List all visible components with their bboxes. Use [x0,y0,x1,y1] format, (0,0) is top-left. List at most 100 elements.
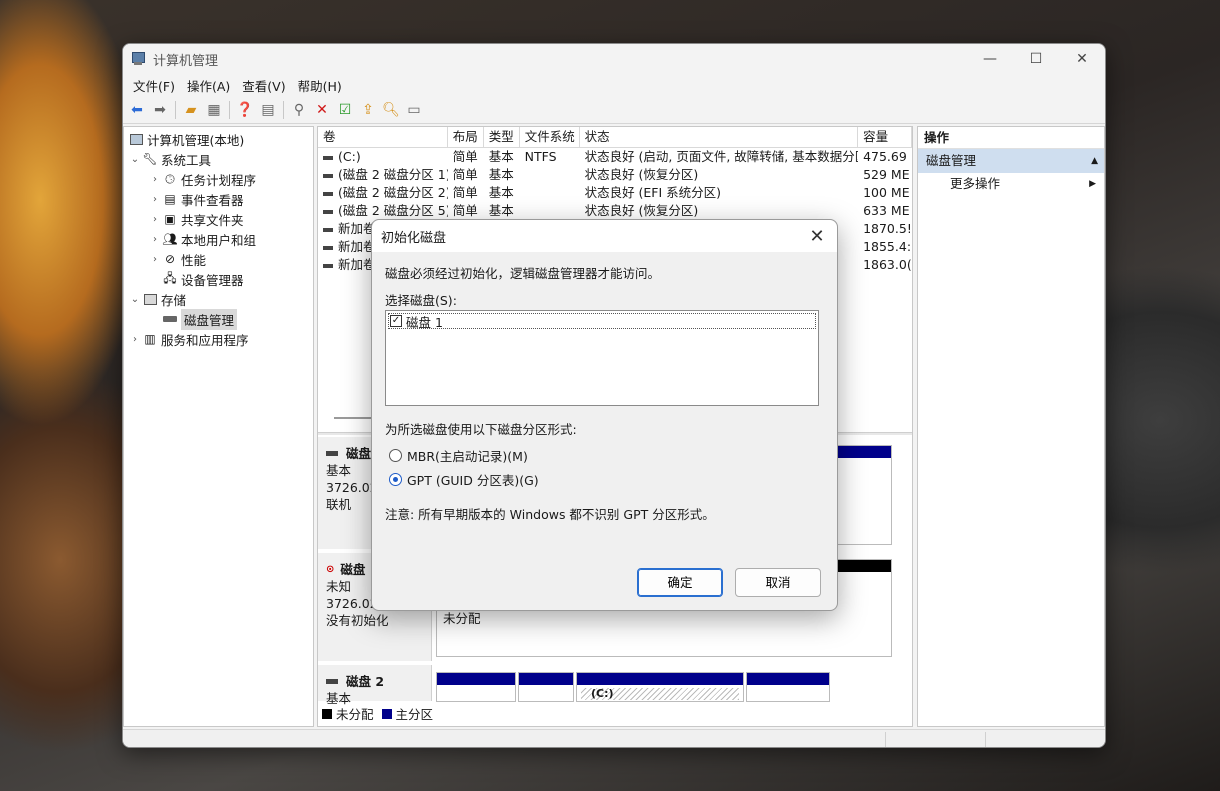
tree-item-label: 任务计划程序 [181,172,257,188]
disk-name: 磁盘 [346,446,372,461]
volume-cell: 状态良好 (启动, 页面文件, 故障转储, 基本数据分区) [584,149,859,164]
status-divider [985,732,986,747]
legend-swatch-unallocated [322,708,332,719]
dialog-close-button[interactable]: ✕ [797,226,837,247]
gpt-option[interactable]: GPT (GUID 分区表)(G) [389,470,539,489]
check-icon[interactable]: ☑ [335,100,355,120]
volume-cell: 1863.0( [863,257,912,272]
volume-icon [323,263,333,268]
volume-icon [323,173,333,178]
toolbar-separator [229,100,230,119]
tree-item-performance[interactable]: › ⊘ 性能 [124,249,313,269]
volume-row[interactable]: (磁盘 2 磁盘分区 1) 简单 基本 状态良好 (恢复分区) 529 ME [318,166,912,184]
volume-cell: 状态良好 (恢复分区) [584,167,699,182]
disk-select-list[interactable]: ✓ 磁盘 1 [385,310,819,406]
column-header-type[interactable]: 类型 [484,127,520,147]
help-icon[interactable]: ❓ [235,100,255,120]
partition-block-c[interactable]: (C:) [576,672,744,702]
cancel-button[interactable]: 取消 [735,568,821,597]
mbr-option[interactable]: MBR(主启动记录)(M) [389,446,528,465]
column-header-status[interactable]: 状态 [580,127,859,147]
tree-item-disk-management[interactable]: 磁盘管理 [124,308,313,330]
partition-block[interactable] [746,672,830,702]
column-header-capacity[interactable]: 容量 [858,127,913,147]
chevron-right-icon[interactable]: › [148,174,162,185]
legend-unallocated: 未分配 [336,707,374,722]
chevron-down-icon[interactable]: ⌄ [128,154,142,165]
back-icon[interactable]: ⬅ [127,100,147,120]
volume-row[interactable]: (C:) 简单 基本 NTFS 状态良好 (启动, 页面文件, 故障转储, 基本数据分区… [318,148,912,166]
search-icon[interactable]: 🔍︎ [381,100,401,120]
users-icon: 👥︎ [162,232,178,246]
volume-icon [323,209,333,214]
menu-view[interactable]: 查看(V) [236,76,291,95]
legend: 未分配 主分区 [322,704,433,723]
tree-item-label: 性能 [181,252,207,268]
tree-item-event-viewer[interactable]: › ▤ 事件查看器 [124,189,313,209]
device-manager-icon: 🖧︎ [163,270,177,285]
column-header-volume[interactable]: 卷 [318,127,448,147]
volume-cell: 简单 [452,149,478,164]
chevron-right-icon[interactable]: › [148,214,162,225]
up-folder-icon[interactable]: ▰ [181,100,201,120]
connect-icon[interactable]: ⚲ [289,100,309,120]
actions-section-label: 磁盘管理 [926,153,977,168]
menu-action[interactable]: 操作(A) [181,76,236,95]
tree-item-system-tools[interactable]: ⌄ 🔧︎ 系统工具 [124,149,313,169]
disk-list-item[interactable]: ✓ 磁盘 1 [388,313,816,330]
tree-item-task-scheduler[interactable]: › 🕓︎ 任务计划程序 [124,169,313,189]
toolbar-separator [283,100,284,119]
horizontal-scrollbar[interactable] [334,417,374,419]
column-header-filesystem[interactable]: 文件系统 [520,127,580,147]
tree-item-computer-management[interactable]: 计算机管理(本地) [124,129,313,149]
chevron-right-icon[interactable]: › [128,334,142,345]
partition-c-label: (C:) [581,688,739,700]
gpt-radio[interactable] [389,473,402,486]
tree-item-device-manager[interactable]: 🖧︎ 设备管理器 [124,269,313,289]
chevron-right-icon[interactable]: › [148,254,162,265]
maximize-button[interactable]: ☐ [1013,44,1059,74]
chevron-down-icon[interactable]: ⌄ [128,294,142,305]
volume-row[interactable]: (磁盘 2 磁盘分区 5) 简单 基本 状态良好 (恢复分区) 633 ME [318,202,912,220]
tree-item-local-users[interactable]: › 👥︎ 本地用户和组 [124,229,313,249]
menu-bar: 文件(F) 操作(A) 查看(V) 帮助(H) [123,74,1105,96]
minimize-button[interactable]: — [967,44,1013,74]
volume-row[interactable]: (磁盘 2 磁盘分区 2) 简单 基本 状态良好 (EFI 系统分区) 100 ME [318,184,912,202]
disk-checkbox[interactable]: ✓ [390,315,402,327]
volume-name-cell: (磁盘 2 磁盘分区 5) [318,202,448,220]
chevron-right-icon[interactable]: › [148,234,162,245]
tree-item-storage[interactable]: ⌄ 存储 [124,289,313,309]
partition-block[interactable] [518,672,574,702]
actions-section-disk-management[interactable]: 磁盘管理 ▲ [918,149,1104,173]
delete-icon[interactable]: ✕ [312,100,332,120]
tree-item-services-apps[interactable]: › ▥ 服务和应用程序 [124,329,313,349]
menu-file[interactable]: 文件(F) [127,76,181,95]
import-icon[interactable]: ⇪ [358,100,378,120]
column-header-layout[interactable]: 布局 [448,127,484,147]
volume-cell: 基本 [488,149,514,164]
volume-name: 新加卷 [338,257,376,272]
show-hide-tree-icon[interactable]: ▦ [204,100,224,120]
gpt-compat-note: 注意: 所有早期版本的 Windows 都不识别 GPT 分区形式。 [385,507,715,522]
disk-icon [326,451,338,456]
volume-cell: 简单 [452,167,478,182]
tree-item-shared-folders[interactable]: › ▣ 共享文件夹 [124,209,313,229]
close-button[interactable]: ✕ [1059,44,1105,74]
mbr-radio[interactable] [389,449,402,462]
menu-help[interactable]: 帮助(H) [292,76,348,95]
tree-item-label: 磁盘管理 [181,308,238,330]
partition-block[interactable] [436,672,516,702]
legend-primary: 主分区 [395,707,434,722]
tree-item-label: 事件查看器 [181,192,244,208]
initialize-disk-dialog: 初始化磁盘 ✕ 磁盘必须经过初始化，逻辑磁盘管理器才能访问。 选择磁盘(S): … [371,219,838,611]
chevron-right-icon[interactable]: › [148,194,162,205]
more-actions[interactable]: 更多操作 ▶ [918,173,1104,195]
ok-button[interactable]: 确定 [637,568,723,597]
toolbar: ⬅ ➡ ▰ ▦ ❓ ▤ ⚲ ✕ ☑ ⇪ 🔍︎ ▭ [123,96,1105,124]
disk-info-2[interactable]: 磁盘 2 基本 [318,665,432,706]
settings-icon[interactable]: ▭ [404,100,424,120]
collapse-icon[interactable]: ▲ [1091,149,1098,173]
volume-list-header: 卷 布局 类型 文件系统 状态 容量 [318,127,913,148]
forward-icon[interactable]: ➡ [150,100,170,120]
properties-icon[interactable]: ▤ [258,100,278,120]
